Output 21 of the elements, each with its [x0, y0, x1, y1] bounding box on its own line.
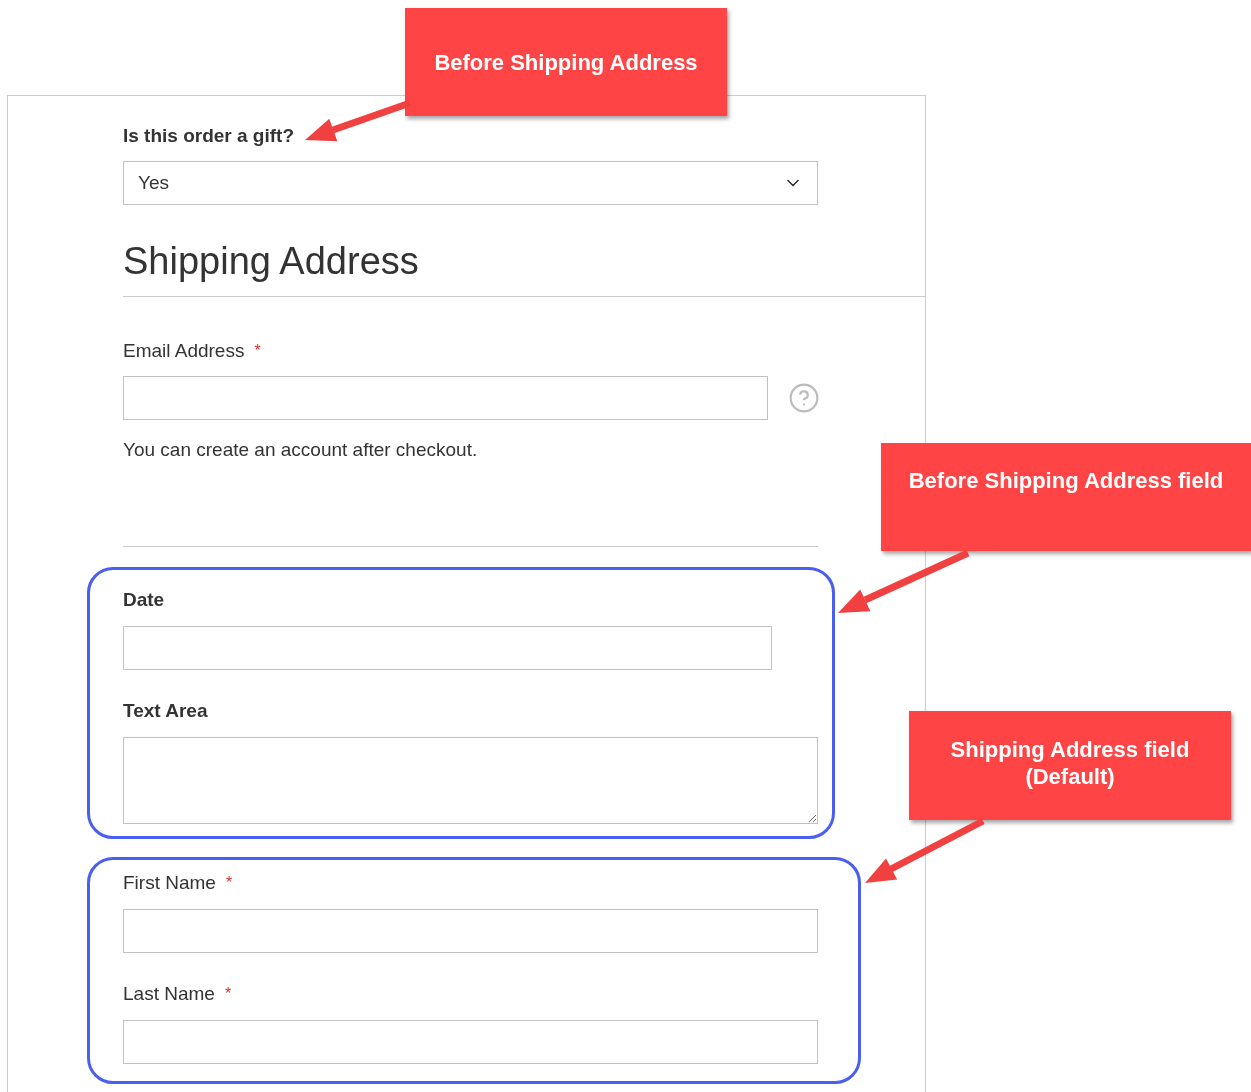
input-field[interactable] — [123, 909, 818, 953]
field-label: Email Address — [123, 339, 245, 363]
hint-text: You can create an account after checkout. — [123, 438, 479, 462]
text-area-field[interactable] — [123, 737, 818, 824]
section-heading: Shipping Address — [123, 239, 420, 284]
callout-box: Before Shipping Address — [405, 8, 727, 116]
email-input-field[interactable] — [123, 376, 768, 420]
field-label: Is this order a gift? — [123, 126, 296, 146]
required-mark: * — [225, 873, 233, 893]
callout-box: Shipping Address field (Default) — [909, 711, 1231, 820]
help-icon[interactable] — [788, 382, 820, 414]
callout-box: Before Shipping Address field — [881, 443, 1251, 551]
field-label: Date — [123, 588, 166, 612]
input-field[interactable] — [123, 1020, 818, 1064]
required-mark: * — [254, 341, 261, 361]
select-dropdown[interactable]: Yes — [123, 161, 818, 205]
field-label: Text Area — [123, 699, 209, 723]
input-field[interactable] — [123, 626, 772, 670]
field-label: Last Name — [123, 982, 215, 1006]
required-mark: * — [224, 984, 232, 1004]
field-label: First Name — [123, 871, 216, 895]
